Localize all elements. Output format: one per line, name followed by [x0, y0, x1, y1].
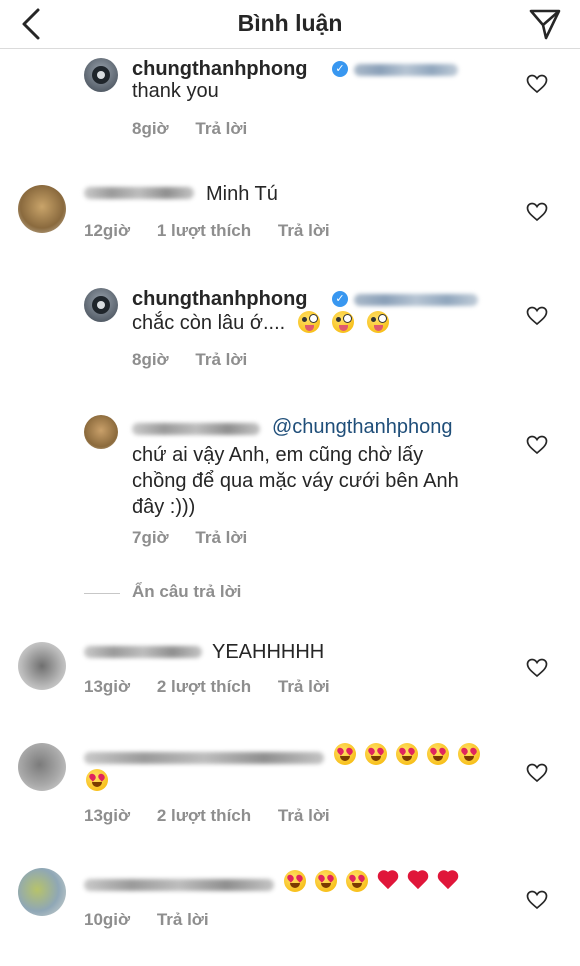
blurred-username [84, 646, 202, 658]
comment-text: chắc còn lâu ớ.... [132, 309, 389, 338]
reply-link[interactable]: Trả lời [195, 119, 247, 138]
zany-face-emoji [332, 311, 355, 333]
heart-outline-icon[interactable] [526, 74, 548, 94]
blurred-mention [354, 294, 478, 306]
comment-meta: 12giờ 1 lượt thích Trả lời [84, 221, 352, 241]
avatar[interactable] [18, 642, 66, 690]
blurred-username [84, 879, 274, 891]
emoji-row [334, 741, 489, 770]
comment-likes[interactable]: 2 lượt thích [157, 806, 251, 825]
zany-face-emoji [297, 311, 320, 333]
heart-eyes-emoji [427, 743, 449, 765]
comment-time: 8giờ [132, 350, 169, 369]
reply-link[interactable]: Trả lời [157, 910, 209, 929]
comment-time: 12giờ [84, 221, 131, 240]
heart-outline-icon[interactable] [526, 202, 548, 222]
hide-replies-label[interactable]: Ẩn câu trả lời [132, 582, 241, 602]
comment-meta: 7giờ Trả lời [132, 528, 269, 548]
blurred-username [132, 423, 260, 435]
verified-badge-icon: ✓ [332, 291, 348, 307]
divider [84, 593, 120, 594]
comment-likes[interactable]: 1 lượt thích [157, 221, 251, 240]
comment-meta: 8giờ Trả lời [132, 350, 269, 370]
comment-item: chungthanhphong ✓ thank you 8giờ Trả lời [0, 50, 580, 150]
comment-item: 10giờ Trả lời [0, 860, 580, 950]
comment-time: 8giờ [132, 119, 169, 138]
comment-text: YEAHHHHH [212, 641, 325, 663]
emoji-row [284, 868, 467, 897]
zany-face-emoji [366, 311, 389, 333]
heart-eyes-emoji [396, 743, 418, 765]
header-bar: Bình luận [0, 0, 580, 49]
avatar[interactable] [18, 185, 66, 233]
blurred-username [84, 187, 194, 199]
blurred-username [84, 752, 324, 764]
comment-item: YEAHHHHH 13giờ 2 lượt thích Trả lời [0, 630, 580, 710]
comment-meta: 13giờ 2 lượt thích Trả lời [84, 677, 352, 697]
comment-meta: 13giờ 2 lượt thích Trả lời [84, 806, 352, 826]
red-heart-emoji [437, 871, 459, 891]
avatar[interactable] [84, 58, 118, 92]
reply-link[interactable]: Trả lời [195, 528, 247, 547]
heart-outline-icon[interactable] [526, 890, 548, 910]
heart-outline-icon[interactable] [526, 435, 548, 455]
comment-item: 13giờ 2 lượt thích Trả lời [0, 735, 580, 835]
reply-link[interactable]: Trả lời [278, 677, 330, 696]
comment-item: chungthanhphong ✓ chắc còn lâu ớ.... 8gi… [0, 280, 580, 380]
comment-text-content: chắc còn lâu ớ.... [132, 312, 286, 334]
page-title: Bình luận [237, 10, 343, 36]
heart-outline-icon[interactable] [526, 658, 548, 678]
red-heart-emoji [407, 871, 429, 891]
heart-eyes-emoji [86, 769, 108, 791]
comment-meta: 10giờ Trả lời [84, 910, 231, 930]
emoji-row [86, 767, 117, 796]
heart-eyes-emoji [284, 870, 306, 892]
comment-mention[interactable]: @chungthanhphong [272, 413, 452, 442]
heart-eyes-emoji [458, 743, 480, 765]
heart-eyes-emoji [365, 743, 387, 765]
avatar[interactable] [84, 415, 118, 449]
reply-link[interactable]: Trả lời [278, 221, 330, 240]
heart-eyes-emoji [315, 870, 337, 892]
avatar[interactable] [84, 288, 118, 322]
reply-link[interactable]: Trả lời [195, 350, 247, 369]
heart-outline-icon[interactable] [526, 306, 548, 326]
heart-eyes-emoji [346, 870, 368, 892]
comment-text: Minh Tú [206, 183, 278, 205]
heart-outline-icon[interactable] [526, 763, 548, 783]
comment-username[interactable]: chungthanhphong [132, 288, 308, 311]
comment-text: thank you [132, 80, 219, 102]
blurred-mention [354, 64, 458, 76]
comment-time: 13giờ [84, 677, 131, 696]
paper-plane-icon[interactable] [528, 7, 562, 41]
avatar[interactable] [18, 868, 66, 916]
verified-badge-icon: ✓ [332, 61, 348, 77]
comment-time: 7giờ [132, 528, 169, 547]
comment-time: 10giờ [84, 910, 131, 929]
comment-text-line: đây :))) [132, 496, 196, 518]
comment-meta: 8giờ Trả lời [132, 119, 269, 139]
heart-eyes-emoji [334, 743, 356, 765]
comment-item: @chungthanhphong chứ ai vậy Anh, em cũng… [0, 405, 580, 565]
comment-text-line: chồng để qua mặc váy cưới bên Anh [132, 470, 459, 492]
red-heart-emoji [377, 871, 399, 891]
avatar[interactable] [18, 743, 66, 791]
reply-link[interactable]: Trả lời [278, 806, 330, 825]
comment-likes[interactable]: 2 lượt thích [157, 677, 251, 696]
comment-text-line: chứ ai vậy Anh, em cũng chờ lấy [132, 444, 424, 466]
comment-item: Minh Tú 12giờ 1 lượt thích Trả lời [0, 165, 580, 255]
comment-time: 13giờ [84, 806, 131, 825]
